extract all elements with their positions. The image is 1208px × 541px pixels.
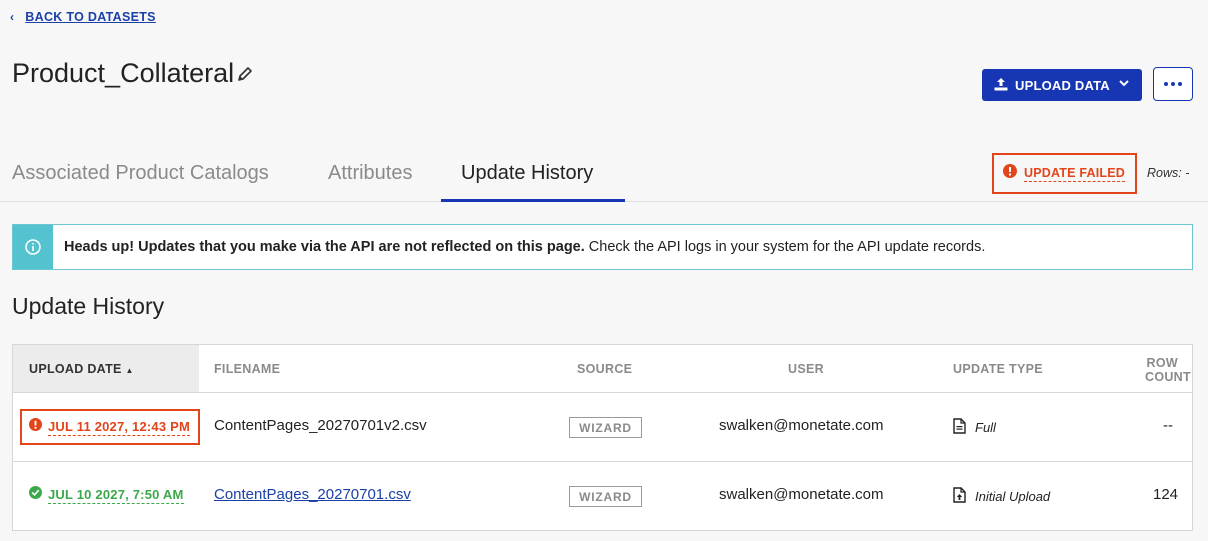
source-badge: WIZARD	[569, 417, 642, 438]
filename-link[interactable]: ContentPages_20270701.csv	[214, 486, 411, 503]
column-header-user[interactable]: USER	[788, 362, 824, 376]
dataset-title-row: Product_Collateral	[12, 58, 254, 89]
back-to-datasets-link[interactable]: ‹ BACK TO DATASETS	[10, 10, 156, 24]
upload-date-text: JUL 11 2027, 12:43 PM	[48, 418, 190, 436]
error-icon	[1003, 164, 1017, 183]
back-link-label: BACK TO DATASETS	[25, 10, 156, 24]
update-type-cell: Initial Upload	[953, 487, 1050, 506]
column-header-filename[interactable]: FILENAME	[214, 362, 280, 376]
upload-icon	[993, 76, 1009, 95]
alert-text: Check the API logs in your system for th…	[584, 239, 986, 255]
upload-date-failed[interactable]: JUL 11 2027, 12:43 PM	[20, 409, 200, 445]
info-alert: Heads up! Updates that you make via the …	[12, 224, 1193, 270]
user-cell: swalken@monetate.com	[719, 417, 884, 434]
filename-cell: ContentPages_20270701v2.csv	[214, 417, 427, 434]
more-dot-icon	[1178, 82, 1182, 86]
document-upload-icon	[953, 487, 966, 506]
section-title: Update History	[12, 293, 165, 319]
update-failed-label: UPDATE FAILED	[1024, 165, 1125, 182]
source-badge: WIZARD	[569, 486, 642, 507]
chevron-left-icon: ‹	[10, 10, 15, 24]
check-circle-icon	[29, 486, 42, 504]
table-row: JUL 11 2027, 12:43 PM ContentPages_20270…	[13, 393, 1192, 462]
alert-message: Heads up! Updates that you make via the …	[64, 239, 985, 255]
page-title: Product_Collateral	[12, 58, 235, 88]
table-row: JUL 10 2027, 7:50 AM ContentPages_202707…	[13, 462, 1192, 531]
column-header-row-count[interactable]: ROW COUNT	[1145, 356, 1191, 384]
update-history-table: UPLOAD DATE ▲ FILENAME SOURCE USER UPDAT…	[12, 344, 1193, 531]
error-icon	[29, 418, 42, 436]
rows-count: Rows: -	[1147, 166, 1190, 180]
column-header-source[interactable]: SOURCE	[577, 362, 632, 376]
tab-attributes[interactable]: Attributes	[328, 162, 412, 185]
tab-associated-product-catalogs[interactable]: Associated Product Catalogs	[12, 162, 269, 185]
info-icon	[13, 225, 53, 269]
alert-bold-text: Heads up! Updates that you make via the …	[64, 239, 585, 255]
document-icon	[953, 418, 966, 437]
chevron-down-icon	[1118, 77, 1130, 92]
row-count-cell: --	[1163, 417, 1173, 434]
upload-data-label: UPLOAD DATA	[1015, 77, 1110, 93]
upload-date-text: JUL 10 2027, 7:50 AM	[48, 486, 184, 504]
more-dot-icon	[1171, 82, 1175, 86]
update-type-cell: Full	[953, 418, 996, 437]
sort-ascending-icon: ▲	[125, 366, 134, 375]
user-cell: swalken@monetate.com	[719, 486, 884, 503]
more-dot-icon	[1164, 82, 1168, 86]
upload-date-success[interactable]: JUL 10 2027, 7:50 AM	[29, 486, 184, 504]
update-type-label: Full	[975, 420, 996, 435]
row-count-cell: 124	[1153, 486, 1179, 503]
column-header-update-type[interactable]: UPDATE TYPE	[953, 362, 1043, 376]
edit-pencil-icon[interactable]	[236, 65, 254, 88]
tab-update-history[interactable]: Update History	[461, 162, 593, 185]
upload-data-button[interactable]: UPLOAD DATA	[982, 69, 1142, 101]
update-failed-status[interactable]: UPDATE FAILED	[992, 153, 1137, 194]
table-header: UPLOAD DATE ▲ FILENAME SOURCE USER UPDAT…	[13, 345, 1192, 393]
active-tab-indicator	[441, 199, 625, 202]
update-type-label: Initial Upload	[975, 489, 1051, 504]
more-options-button[interactable]	[1153, 67, 1193, 101]
column-header-upload-date[interactable]: UPLOAD DATE ▲	[29, 362, 134, 376]
